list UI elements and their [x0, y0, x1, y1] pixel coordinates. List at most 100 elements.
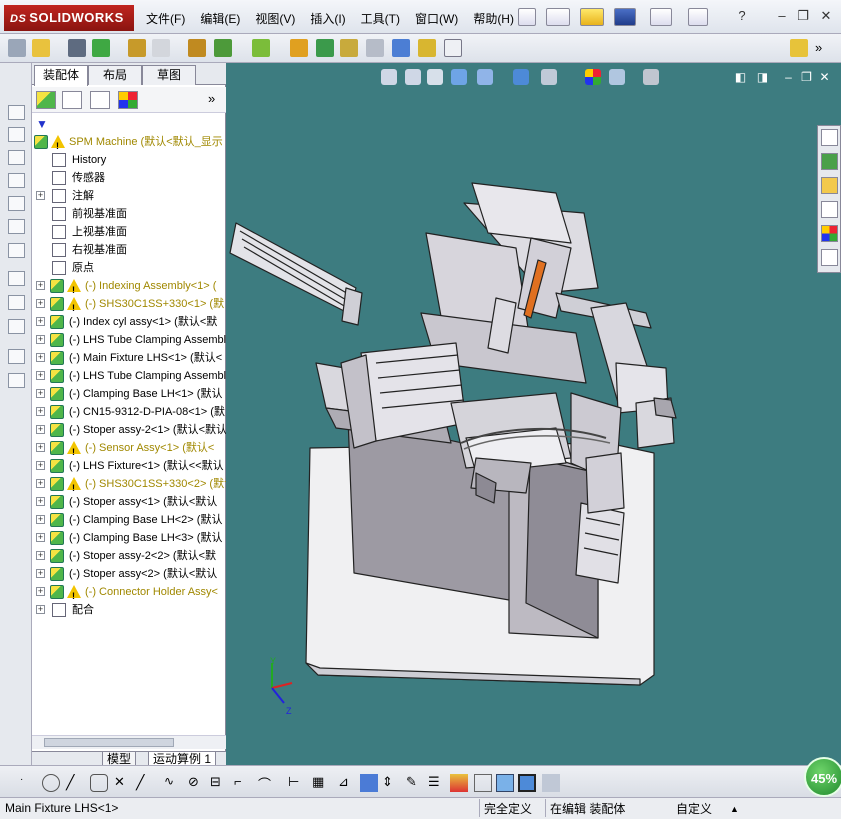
tree-item[interactable]: + (-) Clamping Base LH<1> (默认 [32, 385, 226, 403]
tree-item[interactable]: 上视基准面 [32, 223, 226, 241]
show-hidden-icon[interactable] [188, 39, 206, 57]
panel-expand-icon[interactable]: » [208, 91, 215, 106]
tree-item[interactable]: + (-) LHS Fixture<1> (默认<<默认 [32, 457, 226, 475]
snap-icon[interactable] [360, 774, 378, 792]
expand-icon[interactable]: + [36, 461, 45, 470]
extend-icon[interactable]: ╱ [136, 774, 154, 792]
expand-icon[interactable]: + [36, 533, 45, 542]
move-entity-icon[interactable]: ⇕ [382, 774, 400, 792]
expand-icon[interactable]: + [36, 443, 45, 452]
expand-icon[interactable]: + [36, 317, 45, 326]
mate-icon[interactable] [68, 39, 86, 57]
menu-window[interactable]: 窗口(W) [415, 10, 458, 27]
new-document-icon[interactable] [546, 8, 570, 26]
expand-icon[interactable]: + [36, 497, 45, 506]
tree-item[interactable]: + (-) Index cyl assy<1> (默认<默 [32, 313, 226, 331]
perspective-icon[interactable] [542, 774, 560, 792]
tab-sketch[interactable]: 草图 [142, 65, 196, 85]
smart-fasteners-icon[interactable] [128, 39, 146, 57]
menu-insert[interactable]: 插入(I) [310, 10, 345, 27]
open-folder-icon[interactable] [580, 8, 604, 26]
display-manager-icon[interactable] [118, 91, 138, 109]
tree-item[interactable]: + (-) Indexing Assembly<1> ( [32, 277, 226, 299]
save-icon[interactable] [614, 8, 636, 26]
pin-icon[interactable] [518, 8, 536, 26]
print-icon[interactable] [650, 8, 672, 26]
sidebar-copy-icon[interactable] [8, 349, 25, 364]
tree-item[interactable]: + (-) Stoper assy<2> (默认<默认 [32, 565, 226, 583]
sidebar-line-icon[interactable] [8, 295, 25, 310]
offset-icon[interactable]: ∿ [164, 774, 182, 792]
status-units-dropdown-icon[interactable]: ▲ [726, 799, 739, 817]
tree-item[interactable]: + (-) Clamping Base LH<2> (默认 [32, 511, 226, 529]
minimize-button[interactable]: – [774, 8, 790, 24]
expand-icon[interactable]: + [36, 605, 45, 614]
status-units[interactable]: 自定义 [672, 799, 712, 817]
tree-item[interactable]: + (-) LHS Tube Clamping Assembly [32, 367, 226, 385]
assembly-features-icon[interactable] [214, 39, 232, 57]
tree-item[interactable]: + 配合 [32, 601, 226, 619]
tree-item[interactable]: + (-) Stoper assy<1> (默认<默认 [32, 493, 226, 511]
menu-edit[interactable]: 编辑(E) [200, 10, 240, 27]
tree-item[interactable]: + (-) Stoper assy-2<2> (默认<默 [32, 547, 226, 565]
sidebar-sketch-icon[interactable] [8, 271, 25, 286]
scrollbar-thumb[interactable] [44, 738, 174, 747]
assembly-model[interactable] [226, 63, 841, 765]
expand-icon[interactable]: + [36, 551, 45, 560]
sidebar-dimension-icon[interactable] [8, 319, 25, 334]
relation-icon[interactable]: ⊿ [338, 774, 356, 792]
select-tool-icon[interactable] [8, 39, 26, 57]
expand-icon[interactable]: + [36, 299, 45, 308]
tree-item[interactable]: + (-) Clamping Base LH<3> (默认 [32, 529, 226, 547]
tree-item[interactable]: 前视基准面 [32, 205, 226, 223]
close-button[interactable]: ✕ [818, 8, 834, 24]
sidebar-paste-icon[interactable] [8, 373, 25, 388]
graphics-viewport[interactable]: ◧ ◨ – ❐ ✕ Y Z [226, 63, 841, 765]
sidebar-view-right-icon[interactable] [8, 173, 25, 188]
point-icon[interactable]: · [20, 774, 38, 792]
interference-detection-icon[interactable] [392, 39, 410, 57]
expand-icon[interactable]: + [36, 353, 45, 362]
expand-icon[interactable]: + [36, 569, 45, 578]
tree-item[interactable]: + (-) Connector Holder Assy< [32, 583, 226, 605]
trim-icon[interactable]: ✕ [114, 774, 132, 792]
expand-icon[interactable]: + [36, 335, 45, 344]
tree-item[interactable]: 原点 [32, 259, 226, 277]
expand-icon[interactable]: + [36, 515, 45, 524]
undo-icon[interactable] [688, 8, 708, 26]
dimension-icon[interactable]: ⊢ [288, 774, 306, 792]
tree-item[interactable]: + (-) Stoper assy-2<1> (默认<默认 [32, 421, 226, 439]
new-motion-study-icon[interactable] [290, 39, 308, 57]
bill-of-materials-icon[interactable] [316, 39, 334, 57]
feature-manager-icon[interactable] [36, 91, 56, 109]
line-icon[interactable]: ╱ [66, 774, 84, 792]
reference-geometry-icon[interactable] [252, 39, 270, 57]
expand-icon[interactable]: + [36, 371, 45, 380]
sidebar-view-back-icon[interactable] [8, 127, 25, 142]
grid-icon[interactable]: ▦ [312, 774, 330, 792]
clearance-verification-icon[interactable] [418, 39, 436, 57]
pattern-icon[interactable]: ⊟ [210, 774, 228, 792]
filter-icon[interactable]: ▼ [36, 117, 48, 131]
shaded-icon[interactable] [518, 774, 536, 792]
tab-layout[interactable]: 布局 [88, 65, 142, 85]
menu-tools[interactable]: 工具(T) [361, 10, 400, 27]
tree-item[interactable]: 右视基准面 [32, 241, 226, 259]
tree-item[interactable]: + (-) SHS30C1SS+330<1> (默 [32, 295, 226, 317]
tree-item[interactable]: + (-) Main Fixture LHS<1> (默认< [32, 349, 226, 367]
sidebar-view-bottom-icon[interactable] [8, 219, 25, 234]
tree-item[interactable]: + (-) SHS30C1SS+330<2> (默认 [32, 475, 226, 497]
tree-item[interactable]: 传感器 [32, 169, 226, 187]
sidebar-view-front-icon[interactable] [8, 105, 25, 120]
component-icon[interactable] [450, 774, 468, 792]
help-icon[interactable]: ? [734, 8, 750, 24]
expand-icon[interactable]: + [36, 479, 45, 488]
configuration-manager-icon[interactable] [90, 91, 110, 109]
menu-view[interactable]: 视图(V) [255, 10, 295, 27]
tree-item[interactable]: + (-) CN15-9312-D-PIA-08<1> (默 [32, 403, 226, 421]
fillet-icon[interactable]: ⌒ [258, 774, 276, 792]
tree-root-item[interactable]: SPM Machine (默认<默认_显示 [32, 133, 226, 155]
hole-alignment-icon[interactable] [444, 39, 462, 57]
tree-item[interactable]: History [32, 151, 226, 169]
restore-button[interactable]: ❐ [795, 8, 811, 24]
